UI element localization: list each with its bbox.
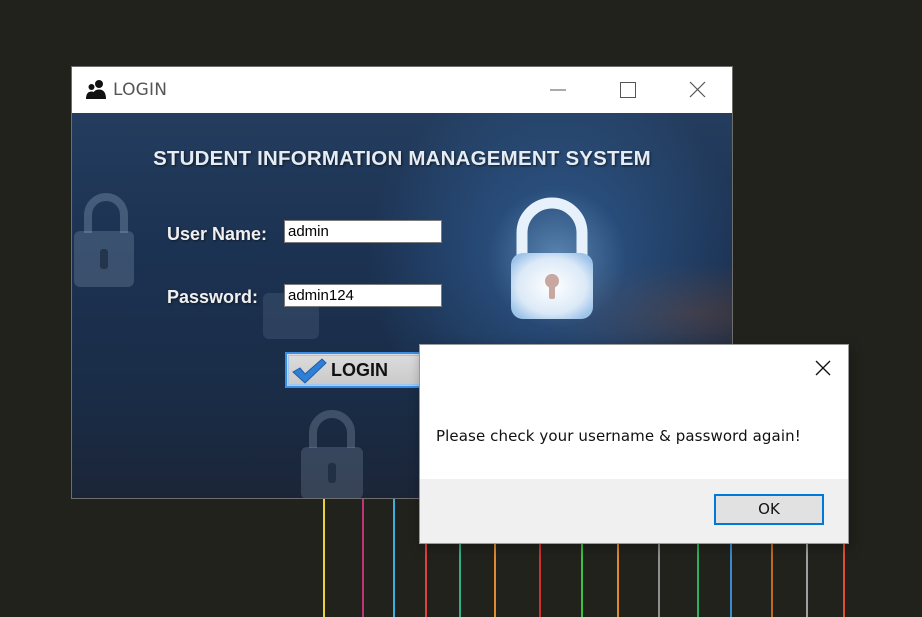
padlock-icon: [263, 293, 319, 339]
login-button[interactable]: LOGIN: [285, 352, 435, 388]
padlock-icon: [511, 197, 593, 319]
wire: [393, 497, 395, 617]
maximize-button[interactable]: [604, 67, 650, 113]
wire: [581, 537, 583, 617]
checkmark-icon: [292, 358, 327, 384]
wire: [806, 537, 808, 617]
wire: [697, 537, 699, 617]
title-bar[interactable]: LOGIN: [72, 67, 732, 113]
wire: [459, 537, 461, 617]
wire: [771, 537, 773, 617]
close-icon: [689, 81, 706, 98]
wire: [730, 537, 732, 617]
minimize-button[interactable]: [534, 67, 580, 113]
app-title: STUDENT INFORMATION MANAGEMENT SYSTEM: [153, 147, 651, 170]
wire: [425, 537, 427, 617]
login-button-label: LOGIN: [331, 360, 388, 380]
message-footer: OK: [420, 479, 848, 543]
close-button[interactable]: [674, 67, 720, 113]
message-box: Please check your username & password ag…: [420, 345, 848, 543]
wire: [494, 537, 496, 617]
padlock-icon: [301, 410, 363, 498]
username-label: User Name:: [167, 224, 268, 244]
message-text: Please check your username & password ag…: [436, 427, 801, 445]
username-input[interactable]: admin: [284, 220, 442, 243]
wire: [658, 537, 660, 617]
wire: [843, 537, 845, 617]
close-icon: [815, 360, 831, 376]
password-input[interactable]: admin124: [284, 284, 442, 307]
wire: [323, 497, 325, 617]
ok-button[interactable]: OK: [714, 494, 824, 525]
minimize-icon: [550, 89, 566, 91]
window-title: LOGIN: [113, 80, 168, 100]
password-label: Password:: [167, 287, 259, 307]
padlock-icon: [74, 193, 134, 287]
wire: [617, 537, 619, 617]
wire: [539, 537, 541, 617]
wire: [362, 497, 364, 617]
message-close-button[interactable]: [808, 355, 838, 381]
users-icon: [85, 78, 109, 102]
maximize-icon: [620, 82, 636, 98]
